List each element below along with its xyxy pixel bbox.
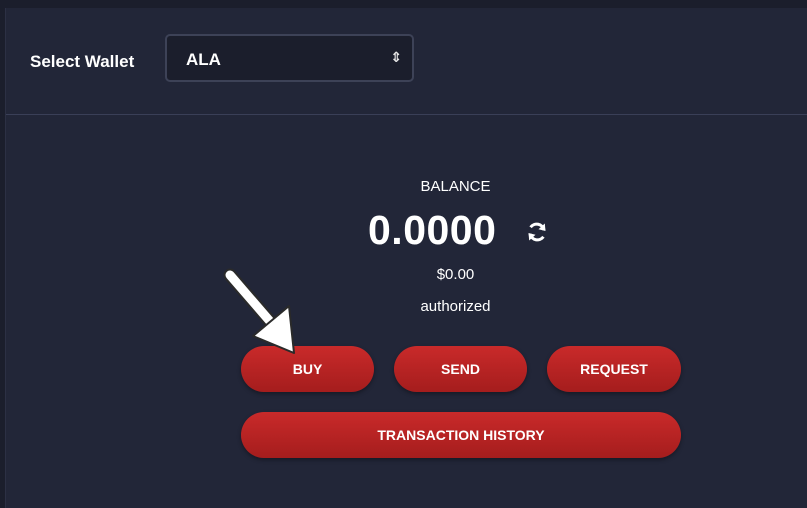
select-wallet-label: Select Wallet <box>30 52 135 71</box>
wallet-select[interactable]: ALA ⇕ <box>165 34 414 82</box>
buy-button[interactable]: BUY <box>241 346 374 392</box>
transaction-history-button[interactable]: TRANSACTION HISTORY <box>241 412 681 458</box>
balance-amount: 0.0000 <box>368 207 497 253</box>
send-button[interactable]: SEND <box>394 346 527 392</box>
auth-status: authorized <box>420 298 491 315</box>
wallet-selector-bar: Select Wallet ALA ⇕ <box>6 8 807 115</box>
wallet-selected-value: ALA <box>186 50 221 69</box>
balance-usd: $0.00 <box>436 266 475 283</box>
refresh-icon[interactable] <box>525 220 549 244</box>
updown-arrows-icon: ⇕ <box>390 49 402 65</box>
balance-label: BALANCE <box>420 178 491 195</box>
request-button[interactable]: REQUEST <box>547 346 681 392</box>
